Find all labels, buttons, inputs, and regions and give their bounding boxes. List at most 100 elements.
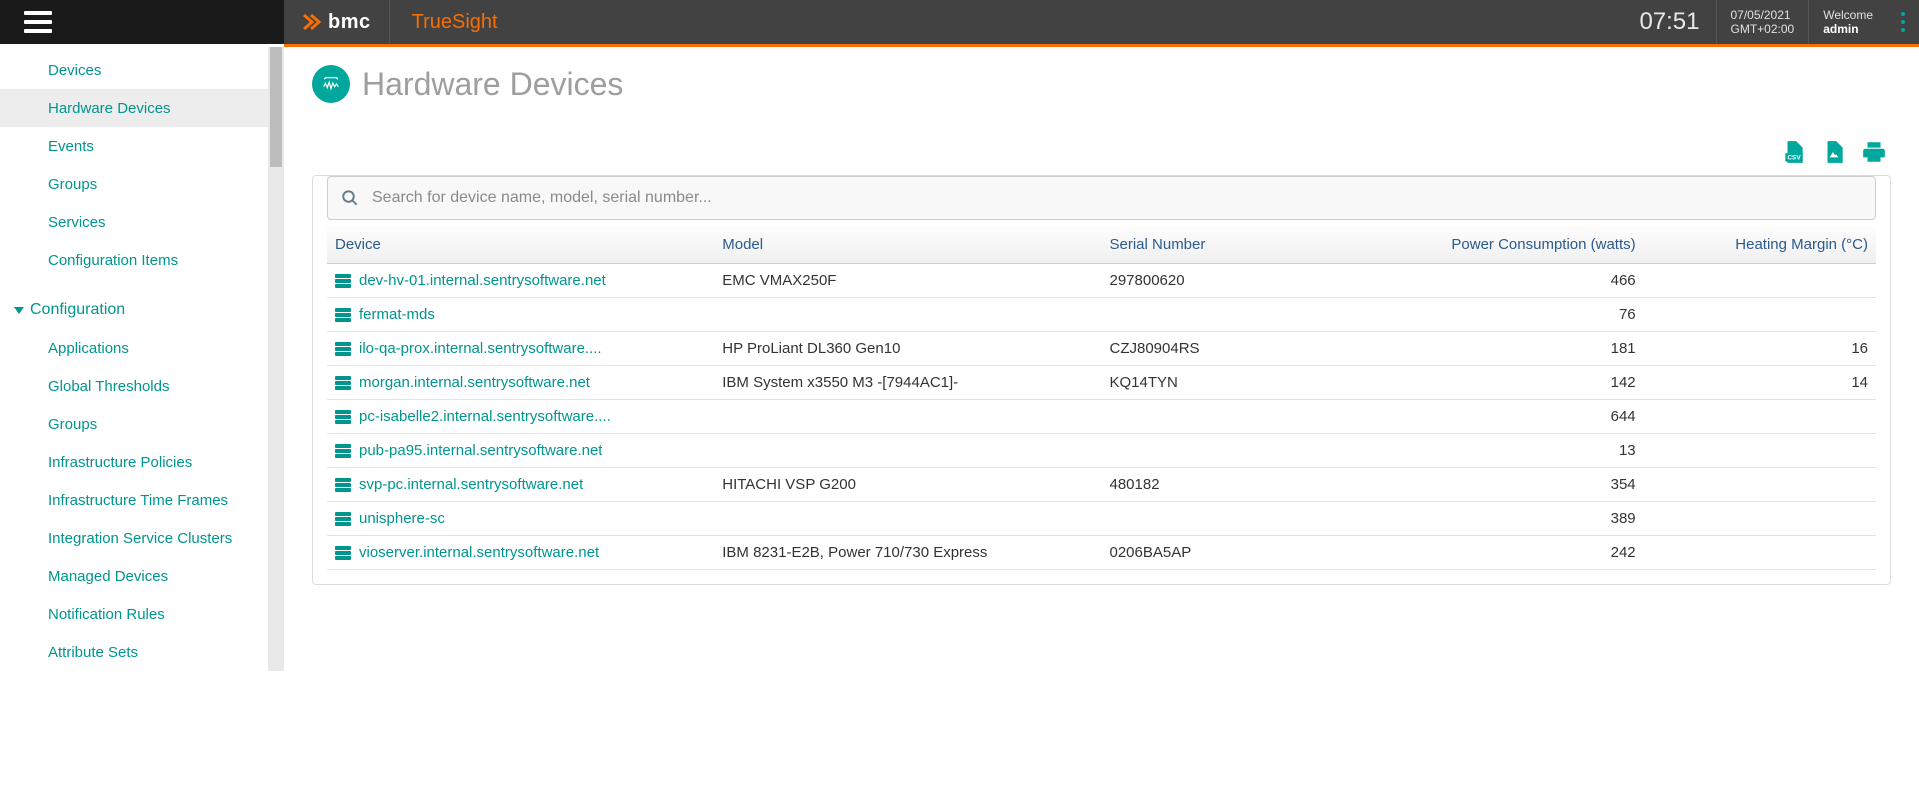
server-icon <box>335 546 351 560</box>
col-power[interactable]: Power Consumption (watts) <box>1365 226 1644 264</box>
sidebar-item-global-thresholds[interactable]: Global Thresholds <box>0 367 268 405</box>
header-user: admin <box>1823 22 1873 36</box>
device-link[interactable]: dev-hv-01.internal.sentrysoftware.net <box>335 272 706 289</box>
cell-serial: KQ14TYN <box>1102 366 1365 400</box>
device-name: pc-isabelle2.internal.sentrysoftware.... <box>359 408 611 425</box>
sidebar-item-integration-service-clusters[interactable]: Integration Service Clusters <box>0 519 268 557</box>
cell-power: 466 <box>1365 264 1644 298</box>
sidebar-item-configuration-items[interactable]: Configuration Items <box>0 241 268 279</box>
cell-model <box>714 434 1101 468</box>
cell-heat <box>1644 298 1876 332</box>
page-title: Hardware Devices <box>362 66 623 103</box>
sidebar-item-managed-devices[interactable]: Managed Devices <box>0 557 268 595</box>
col-model[interactable]: Model <box>714 226 1101 264</box>
cell-power: 644 <box>1365 400 1644 434</box>
cell-serial <box>1102 400 1365 434</box>
cell-serial: 0206BA5AP <box>1102 536 1365 570</box>
hamburger-cell <box>0 0 284 44</box>
search-input[interactable] <box>327 176 1876 220</box>
sidebar-item-groups[interactable]: Groups <box>0 165 268 203</box>
sidebar-item-attribute-sets[interactable]: Attribute Sets <box>0 633 268 671</box>
cell-power: 142 <box>1365 366 1644 400</box>
table-row: vioserver.internal.sentrysoftware.net IBM… <box>327 536 1876 570</box>
cell-heat <box>1644 434 1876 468</box>
page-header: Hardware Devices <box>312 65 1891 103</box>
cell-heat <box>1644 536 1876 570</box>
col-heat[interactable]: Heating Margin (°C) <box>1644 226 1876 264</box>
cell-heat <box>1644 502 1876 536</box>
svg-text:CSV: CSV <box>1787 155 1801 162</box>
sidebar-item-hardware-devices[interactable]: Hardware Devices <box>0 89 268 127</box>
server-icon <box>335 376 351 390</box>
brand-text: bmc <box>328 11 371 34</box>
device-link[interactable]: svp-pc.internal.sentrysoftware.net <box>335 476 706 493</box>
device-name: ilo-qa-prox.internal.sentrysoftware.... <box>359 340 602 357</box>
cell-device: vioserver.internal.sentrysoftware.net <box>327 536 714 570</box>
header-time: 07:51 <box>1623 0 1716 44</box>
hardware-device-icon <box>312 65 350 103</box>
cell-device: dev-hv-01.internal.sentrysoftware.net <box>327 264 714 298</box>
caret-down-icon <box>14 307 24 314</box>
export-pdf-icon[interactable] <box>1821 139 1847 165</box>
header-menu-button[interactable] <box>1887 0 1919 44</box>
server-icon <box>335 308 351 322</box>
table-header-row: Device Model Serial Number Power Consump… <box>327 226 1876 264</box>
table-row: svp-pc.internal.sentrysoftware.net HITACH… <box>327 468 1876 502</box>
cell-power: 181 <box>1365 332 1644 366</box>
hamburger-icon[interactable] <box>24 11 52 33</box>
sidebar-item-notification-rules[interactable]: Notification Rules <box>0 595 268 633</box>
sidebar-item-infrastructure-time-frames[interactable]: Infrastructure Time Frames <box>0 481 268 519</box>
cell-device: ilo-qa-prox.internal.sentrysoftware.... <box>327 332 714 366</box>
cell-power: 354 <box>1365 468 1644 502</box>
table-row: unisphere-sc 389 <box>327 502 1876 536</box>
device-name: morgan.internal.sentrysoftware.net <box>359 374 590 391</box>
sidebar-item-devices[interactable]: Devices <box>0 51 268 89</box>
device-link[interactable]: fermat-mds <box>335 306 706 323</box>
cell-device: pub-pa95.internal.sentrysoftware.net <box>327 434 714 468</box>
device-link[interactable]: pc-isabelle2.internal.sentrysoftware.... <box>335 408 706 425</box>
top-bar: bmc TrueSight 07:51 07/05/2021 GMT+02:00… <box>0 0 1919 44</box>
cell-heat: 14 <box>1644 366 1876 400</box>
server-icon <box>335 342 351 356</box>
device-name: unisphere-sc <box>359 510 445 527</box>
device-link[interactable]: pub-pa95.internal.sentrysoftware.net <box>335 442 706 459</box>
cell-serial: 480182 <box>1102 468 1365 502</box>
server-icon <box>335 410 351 424</box>
cell-power: 389 <box>1365 502 1644 536</box>
sidebar-item-applications[interactable]: Applications <box>0 329 268 367</box>
device-name: pub-pa95.internal.sentrysoftware.net <box>359 442 602 459</box>
cell-device: unisphere-sc <box>327 502 714 536</box>
server-icon <box>335 274 351 288</box>
device-link[interactable]: vioserver.internal.sentrysoftware.net <box>335 544 706 561</box>
col-serial[interactable]: Serial Number <box>1102 226 1365 264</box>
sidebar-section-configuration[interactable]: Configuration <box>0 291 268 329</box>
search-icon <box>341 189 359 207</box>
scrollbar-thumb[interactable] <box>270 47 282 167</box>
cell-model: IBM System x3550 M3 -[7944AC1]- <box>714 366 1101 400</box>
cell-heat <box>1644 264 1876 298</box>
header-welcome[interactable]: Welcome admin <box>1809 0 1887 44</box>
cell-model: IBM 8231-E2B, Power 710/730 Express <box>714 536 1101 570</box>
cell-device: pc-isabelle2.internal.sentrysoftware.... <box>327 400 714 434</box>
sidebar-item-services[interactable]: Services <box>0 203 268 241</box>
device-name: fermat-mds <box>359 306 435 323</box>
welcome-label: Welcome <box>1823 8 1873 22</box>
product-name[interactable]: TrueSight <box>390 0 520 44</box>
brand-logo[interactable]: bmc <box>284 0 390 44</box>
sidebar-item-events[interactable]: Events <box>0 127 268 165</box>
sidebar-section-label: Configuration <box>30 301 125 319</box>
device-link[interactable]: morgan.internal.sentrysoftware.net <box>335 374 706 391</box>
device-link[interactable]: ilo-qa-prox.internal.sentrysoftware.... <box>335 340 706 357</box>
device-link[interactable]: unisphere-sc <box>335 510 706 527</box>
cell-device: fermat-mds <box>327 298 714 332</box>
export-csv-icon[interactable]: CSV <box>1781 139 1807 165</box>
sidebar-item-groups-2[interactable]: Groups <box>0 405 268 443</box>
cell-heat <box>1644 400 1876 434</box>
main-content: Hardware Devices CSV Device <box>284 47 1919 671</box>
print-icon[interactable] <box>1861 139 1887 165</box>
sidebar-item-infrastructure-policies[interactable]: Infrastructure Policies <box>0 443 268 481</box>
cell-device: morgan.internal.sentrysoftware.net <box>327 366 714 400</box>
cell-model: HITACHI VSP G200 <box>714 468 1101 502</box>
sidebar-scrollbar[interactable] <box>268 47 284 671</box>
col-device[interactable]: Device <box>327 226 714 264</box>
